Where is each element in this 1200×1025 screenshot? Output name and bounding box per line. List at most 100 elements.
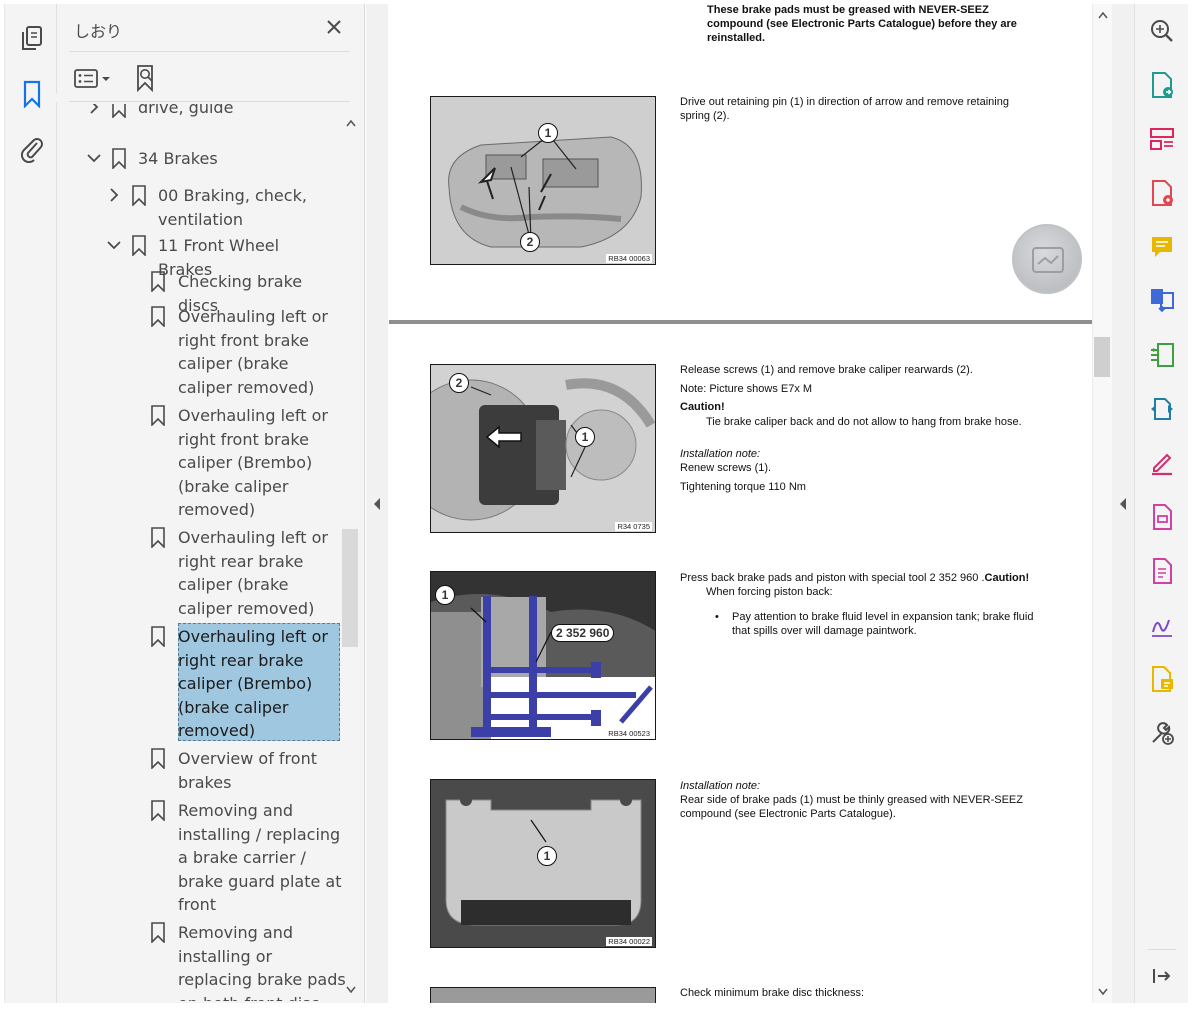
bookmark-flag-icon xyxy=(150,626,166,648)
divider xyxy=(69,51,350,52)
chevron-down-icon[interactable] xyxy=(105,236,123,254)
figure-caliper-removal: 2 1 R34 0735 xyxy=(430,364,656,533)
bookmark-flag-icon xyxy=(150,922,166,944)
scroll-down-icon[interactable] xyxy=(1097,987,1109,997)
bookmark-label: Overhauling left or right rear brake cal… xyxy=(178,528,328,618)
bookmark-flag-icon xyxy=(150,800,166,822)
callout-1: 1 xyxy=(538,123,558,143)
figure-special-tool: 1 2 352 960 RB34 00523 xyxy=(430,571,656,740)
bookmark-label: drive, guide xyxy=(138,104,234,117)
new-bookmark-icon[interactable] xyxy=(133,64,159,93)
step-text: Press back brake pads and piston with sp… xyxy=(680,571,1060,585)
bookmark-item-brake-pads[interactable]: Removing and installing or replacing bra… xyxy=(150,921,347,1001)
rich-media-icon[interactable] xyxy=(1148,665,1176,693)
chevron-right-icon[interactable] xyxy=(105,186,123,204)
page-separator xyxy=(389,320,1092,324)
send-for-review-icon[interactable] xyxy=(1148,395,1176,423)
options-menu-icon[interactable] xyxy=(73,66,113,92)
attachment-icon[interactable] xyxy=(18,134,46,164)
divider xyxy=(69,101,350,102)
figure-disc-thickness xyxy=(430,987,656,1003)
document-page-area[interactable]: These brake pads must be greased with NE… xyxy=(389,4,1092,1003)
bookmark-label: Removing and installing or replacing bra… xyxy=(178,923,346,1001)
divider xyxy=(1148,949,1176,950)
bookmark-item-brakes[interactable]: 34 Brakes xyxy=(85,147,318,171)
collapse-left-icon[interactable] xyxy=(372,497,382,511)
installation-note-text: Renew screws (1). xyxy=(680,462,772,474)
caution-text: Tie brake caliper back and do not allow … xyxy=(706,416,1022,428)
caution-sub: When forcing piston back: xyxy=(706,586,833,598)
redact-icon[interactable] xyxy=(1148,557,1176,585)
installation-note-title: Installation note: xyxy=(680,448,761,460)
bookmark-flag-icon xyxy=(150,271,166,293)
fill-sign-icon[interactable] xyxy=(1148,449,1176,477)
tool-label: 2 352 960 xyxy=(551,624,615,642)
tools-rail xyxy=(1134,4,1188,1003)
bookmark-label: Overhauling left or right front brake ca… xyxy=(178,406,328,519)
bullet-dot: • xyxy=(715,611,719,623)
bookmark-icon[interactable] xyxy=(18,79,46,109)
edit-pdf-icon[interactable] xyxy=(1148,503,1176,531)
pages-icon[interactable] xyxy=(18,24,46,54)
right-panel-collapse-strip[interactable] xyxy=(1112,4,1134,1003)
collapse-rail-icon[interactable] xyxy=(1148,962,1176,990)
figure-code: RB34 00022 xyxy=(606,937,652,946)
bookmarks-panel: しおり drive, guide 34 Brakes 00 Braking, c… xyxy=(57,4,365,1003)
bookmark-label: Overhauling left or right front brake ca… xyxy=(178,307,328,397)
bookmark-item-overhaul-rear[interactable]: Overhauling left or right rear brake cal… xyxy=(150,526,343,620)
bookmark-flag-icon xyxy=(150,748,166,770)
figure-caliper-pins: 1 2 RB34 00063 xyxy=(430,96,656,265)
callout-2: 2 xyxy=(520,232,540,252)
bookmark-item-overhaul-front-brembo[interactable]: Overhauling left or right front brake ca… xyxy=(150,404,343,522)
bookmark-item-overhaul-rear-brembo[interactable]: Overhauling left or right rear brake cal… xyxy=(150,625,340,743)
bookmark-label: 00 Braking, check, ventilation xyxy=(158,186,307,229)
step-text: Drive out retaining pin (1) in direction… xyxy=(680,96,1009,122)
scroll-up-icon[interactable] xyxy=(1097,10,1109,20)
export-pdf-icon[interactable] xyxy=(1148,71,1176,99)
expand-right-panel-icon[interactable] xyxy=(1118,497,1128,511)
scroll-up-icon[interactable] xyxy=(345,118,357,128)
organize-pages-icon[interactable] xyxy=(1148,125,1176,153)
step-note: Note: Picture shows E7x M xyxy=(680,383,813,395)
bookmark-label: Removing and installing / replacing a br… xyxy=(178,801,342,914)
bookmark-scroll-thumb[interactable] xyxy=(342,529,358,647)
step-text-prefix: Press back brake pads and piston with sp… xyxy=(680,572,985,584)
caution-inline: Caution! xyxy=(984,572,1030,584)
compress-pdf-icon[interactable] xyxy=(1148,341,1176,369)
bookmark-flag-icon xyxy=(131,185,147,207)
bookmark-flag-icon xyxy=(111,104,127,119)
step-text: Rear side of brake pads (1) must be thin… xyxy=(680,794,1023,820)
create-pdf-icon[interactable] xyxy=(1148,179,1176,207)
bookmark-item-rear-axle[interactable]: drive, guide xyxy=(85,104,318,120)
request-signature-icon[interactable] xyxy=(1148,611,1176,639)
more-tools-icon[interactable] xyxy=(1148,719,1176,747)
bookmark-flag-icon xyxy=(150,527,166,549)
combine-files-icon[interactable] xyxy=(1148,287,1176,315)
bookmark-item-overhaul-front[interactable]: Overhauling left or right front brake ca… xyxy=(150,305,343,399)
figure-code: R34 0735 xyxy=(615,522,652,531)
step-text: Release screws (1) and remove brake cali… xyxy=(680,364,973,376)
floating-action-button[interactable] xyxy=(1012,224,1082,294)
callout-1: 1 xyxy=(435,585,455,605)
document-scrollbar[interactable] xyxy=(1092,4,1112,1003)
bookmark-item-overview-front-brakes[interactable]: Overview of front brakes xyxy=(150,747,328,794)
bookmark-tree: drive, guide 34 Brakes 00 Braking, check… xyxy=(57,104,347,1001)
bookmark-flag-icon xyxy=(131,235,147,257)
bookmark-flag-icon xyxy=(150,405,166,427)
scroll-down-icon[interactable] xyxy=(345,985,357,995)
comment-icon[interactable] xyxy=(1148,233,1176,261)
close-icon[interactable] xyxy=(325,18,343,36)
bookmark-item-brake-carrier[interactable]: Removing and installing / replacing a br… xyxy=(150,799,343,917)
left-panel-collapse-strip[interactable] xyxy=(366,4,388,1003)
step-text: Check minimum brake disc thickness: xyxy=(680,987,865,999)
chevron-down-icon[interactable] xyxy=(85,149,103,167)
chevron-right-icon[interactable] xyxy=(85,104,103,116)
bullet-text: Pay attention to brake fluid level in ex… xyxy=(732,611,1034,637)
panel-title: しおり xyxy=(74,22,123,41)
bookmark-flag-icon xyxy=(111,148,127,170)
installation-note-title: Installation note: xyxy=(680,780,761,792)
document-scroll-thumb[interactable] xyxy=(1094,337,1110,377)
zoom-search-icon[interactable] xyxy=(1148,17,1176,45)
figure-code: RB34 00063 xyxy=(606,254,652,263)
bookmark-item-braking-check[interactable]: 00 Braking, check, ventilation xyxy=(105,184,308,231)
